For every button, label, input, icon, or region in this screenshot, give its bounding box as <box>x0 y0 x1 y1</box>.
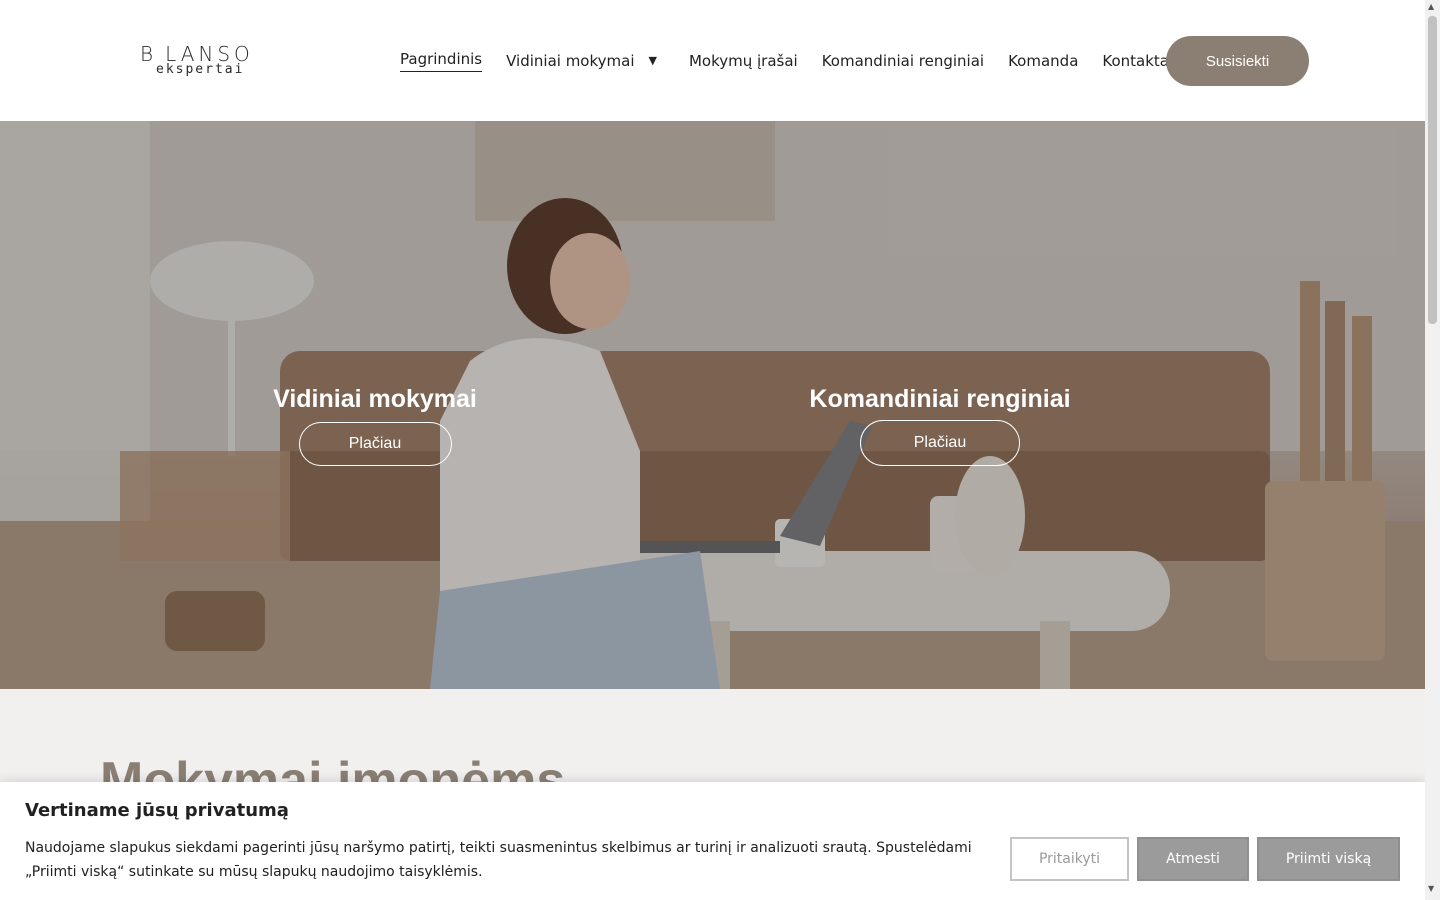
nav-item-contacts[interactable]: Kontaktai <box>1102 52 1173 70</box>
nav-item-team[interactable]: Komanda <box>1008 52 1078 70</box>
cookie-banner: Vertiname jūsų privatumą Naudojame slapu… <box>0 782 1425 900</box>
hero-title-internal: Vidiniai mokymai <box>273 385 477 413</box>
hero-title-team-events: Komandiniai renginiai <box>809 385 1071 413</box>
nav-item-label: Vidiniai mokymai <box>506 52 635 70</box>
hero-overlay <box>0 121 1425 689</box>
cookie-text: Naudojame slapukus siekdami pagerinti jū… <box>25 840 972 880</box>
nav-item-team-events[interactable]: Komandiniai renginiai <box>822 52 984 70</box>
logo[interactable]: B LANSO ekspertai <box>140 42 265 82</box>
main-nav: Pagrindinis Vidiniai mokymai ▼ Mokymų įra… <box>400 50 1173 72</box>
logo-subtitle: ekspertai <box>156 62 245 77</box>
nav-item-home[interactable]: Pagrindinis <box>400 50 483 72</box>
contact-button[interactable]: Susisiekti <box>1166 36 1309 86</box>
hero-card-team-events: Komandiniai renginiai Plačiau <box>805 385 1075 466</box>
dropdown-caret-icon[interactable]: ▼ <box>649 54 657 67</box>
more-button-team-events[interactable]: Plačiau <box>860 420 1020 466</box>
nav-item-internal-trainings[interactable]: Vidiniai mokymai ▼ <box>506 52 657 70</box>
cookie-customize-button[interactable]: Pritaikyti <box>1010 837 1129 881</box>
site-header: B LANSO ekspertai Pagrindinis Vidiniai m… <box>0 0 1425 121</box>
scroll-down-icon[interactable]: ▼ <box>1428 884 1434 893</box>
cookie-reject-button[interactable]: Atmesti <box>1137 837 1249 881</box>
scroll-up-icon[interactable]: ▲ <box>1428 2 1434 11</box>
scrollbar-thumb[interactable] <box>1428 16 1437 324</box>
page-scrollbar[interactable]: ▲ ▼ <box>1425 0 1440 900</box>
cookie-title: Vertiname jūsų privatumą <box>25 800 289 821</box>
nav-item-recordings[interactable]: Mokymų įrašai <box>689 52 798 70</box>
cookie-accept-all-button[interactable]: Priimti viską <box>1257 837 1400 881</box>
more-button-internal[interactable]: Plačiau <box>298 422 452 466</box>
hero-banner: Vidiniai mokymai Plačiau Komandiniai ren… <box>0 121 1425 689</box>
hero-card-internal: Vidiniai mokymai Plačiau <box>270 385 480 466</box>
